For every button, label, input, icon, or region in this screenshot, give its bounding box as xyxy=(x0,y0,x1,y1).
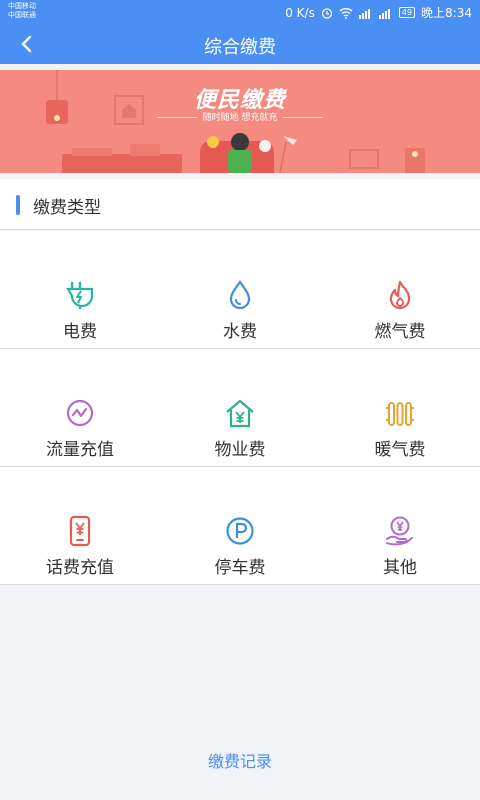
battery-icon: 49 xyxy=(398,7,416,18)
section-accent-bar xyxy=(16,195,20,215)
grid-item-data-topup[interactable]: 流量充值 xyxy=(0,349,160,467)
signal-icon xyxy=(358,8,370,19)
battery-level: 49 xyxy=(401,8,413,17)
wave-circle-icon xyxy=(66,399,94,427)
section-title: 缴费类型 xyxy=(33,198,101,218)
phone-yen-icon xyxy=(69,515,91,547)
banner-subtitle: 随时随地 想充就充 xyxy=(0,110,480,123)
hand-coin-icon xyxy=(386,516,413,546)
carrier-2: 中国联通 xyxy=(8,11,36,19)
grid-item-electricity[interactable]: 电费 xyxy=(0,231,160,349)
grid-item-phone-topup[interactable]: 话费充值 xyxy=(0,467,160,585)
grid-item-heating[interactable]: 暖气费 xyxy=(320,349,480,467)
payment-records-link[interactable]: 缴费记录 xyxy=(0,748,480,772)
carrier-1: 中国移动 xyxy=(8,2,36,10)
section-header: 缴费类型 xyxy=(0,179,480,230)
grid-item-other[interactable]: 其他 xyxy=(320,467,480,585)
grid-row: 电费 水费 燃气费 xyxy=(0,231,480,349)
grid-item-label: 流量充值 xyxy=(46,440,114,460)
radiator-icon xyxy=(386,402,414,426)
grid-item-parking[interactable]: 停车费 xyxy=(160,467,320,585)
alarm-icon xyxy=(321,7,333,19)
network-speed: 0 K/s xyxy=(285,5,315,20)
flame-icon xyxy=(389,280,411,310)
grid-item-label: 其他 xyxy=(383,558,417,578)
parking-icon xyxy=(226,517,254,545)
wifi-icon xyxy=(339,7,353,19)
status-bar: 中国移动 中国联通 0 K/s 49 晚上8:34 xyxy=(0,0,480,24)
page-title: 综合缴费 xyxy=(204,37,276,58)
signal-icon-2 xyxy=(378,8,390,19)
grid-row: 流量充值 物业费 暖气费 xyxy=(0,349,480,467)
grid-item-gas[interactable]: 燃气费 xyxy=(320,231,480,349)
grid-item-label: 话费充值 xyxy=(46,558,114,578)
app-bar: 综合缴费 xyxy=(0,24,480,64)
grid-row: 话费充值 停车费 其他 xyxy=(0,467,480,585)
plug-icon xyxy=(66,281,94,309)
grid-item-label: 停车费 xyxy=(214,558,266,578)
payment-type-grid: 电费 水费 燃气费 流量充值 物业费 暖气费 话费充值 停车费 其他 xyxy=(0,231,480,585)
grid-item-water[interactable]: 水费 xyxy=(160,231,320,349)
promo-banner[interactable]: 便民缴费 随时随地 想充就充 xyxy=(0,70,480,173)
house-yen-icon xyxy=(226,399,254,428)
carrier-info: 中国移动 中国联通 xyxy=(8,2,36,20)
grid-item-label: 电费 xyxy=(63,322,97,342)
status-indicators: 0 K/s 49 晚上8:34 xyxy=(285,4,472,21)
grid-item-label: 水费 xyxy=(223,322,257,342)
grid-item-label: 燃气费 xyxy=(374,322,426,342)
water-drop-icon xyxy=(229,280,251,310)
banner-subtitle-text: 随时随地 想充就充 xyxy=(202,113,278,123)
grid-item-label: 暖气费 xyxy=(374,440,426,460)
grid-item-property[interactable]: 物业费 xyxy=(160,349,320,467)
grid-item-label: 物业费 xyxy=(214,440,266,460)
clock: 晚上8:34 xyxy=(421,6,472,20)
